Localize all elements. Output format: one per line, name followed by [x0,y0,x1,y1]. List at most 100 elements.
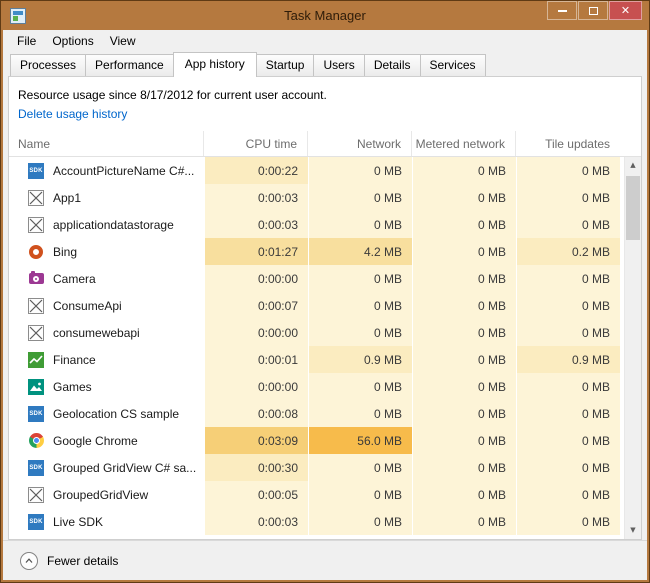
cpu-time-cell: 0:03:09 [204,427,308,454]
app-name-cell: Camera [9,265,204,292]
close-icon: ✕ [620,4,631,17]
fewer-details-label: Fewer details [47,553,119,568]
metered-network-cell: 0 MB [412,184,516,211]
sdk-icon: SDK [28,513,44,530]
tab-app-history[interactable]: App history [172,52,257,77]
network-cell: 0 MB [308,211,412,238]
scroll-down-button[interactable]: ▼ [625,522,641,539]
column-header-cpu-time[interactable]: CPU time [204,131,308,156]
cpu-time-cell: 0:01:27 [204,238,308,265]
metered-network-cell: 0 MB [412,400,516,427]
column-header-metered-network[interactable]: Metered network [412,131,516,156]
maximize-button[interactable] [578,1,608,20]
tile-updates-cell: 0 MB [516,157,620,184]
table-row[interactable]: Camera 0:00:00 0 MB 0 MB 0 MB [9,265,624,292]
bing-icon [28,244,44,260]
metered-network-cell: 0 MB [412,238,516,265]
vertical-scrollbar[interactable]: ▲ ▼ [624,157,641,539]
table-row[interactable]: Finance 0:00:01 0.9 MB 0 MB 0.9 MB [9,346,624,373]
app-name-cell: SDK Live SDK [9,508,204,535]
column-header-name[interactable]: Name [9,131,204,156]
menu-file[interactable]: File [9,32,44,50]
info-section: Resource usage since 8/17/2012 for curre… [9,77,641,131]
app-name-cell: SDK Geolocation CS sample [9,400,204,427]
scrollbar-thumb[interactable] [626,176,640,240]
titlebar: Task Manager ✕ [3,1,647,30]
network-cell: 56.0 MB [308,427,412,454]
metered-network-cell: 0 MB [412,346,516,373]
window-controls: ✕ [546,1,642,20]
menu-options[interactable]: Options [44,32,101,50]
table-row[interactable]: Google Chrome 0:03:09 56.0 MB 0 MB 0 MB [9,427,624,454]
close-button[interactable]: ✕ [609,1,642,20]
tab-performance[interactable]: Performance [85,54,174,76]
app-name-label: Live SDK [53,514,104,529]
metered-network-cell: 0 MB [412,292,516,319]
table-row[interactable]: Bing 0:01:27 4.2 MB 0 MB 0.2 MB [9,238,624,265]
task-manager-app-icon [10,7,26,24]
app-name-cell: applicationdatastorage [9,211,204,238]
app-name-label: consumewebapi [53,325,140,340]
table-row[interactable]: consumewebapi 0:00:00 0 MB 0 MB 0 MB [9,319,624,346]
metered-network-cell: 0 MB [412,211,516,238]
app-name-label: Bing [53,244,78,259]
tab-startup[interactable]: Startup [255,54,315,76]
metered-network-cell: 0 MB [412,508,516,535]
table-row[interactable]: applicationdatastorage 0:00:03 0 MB 0 MB 0 M… [9,211,624,238]
table-row[interactable]: SDK AccountPictureName C#... 0:00:22 0 MB 0 … [9,157,624,184]
tile-updates-cell: 0 MB [516,400,620,427]
network-cell: 0 MB [308,508,412,535]
scroll-up-button[interactable]: ▲ [625,157,641,174]
table-row[interactable]: GroupedGridView 0:00:05 0 MB 0 MB 0 MB [9,481,624,508]
network-cell: 4.2 MB [308,238,412,265]
tile-updates-cell: 0.9 MB [516,346,620,373]
fewer-details-button[interactable]: Fewer details [16,548,126,574]
app-name-label: Games [53,379,92,394]
app-name-label: ConsumeApi [53,298,122,313]
cpu-time-cell: 0:00:30 [204,454,308,481]
chrome-icon [28,433,44,449]
cpu-time-cell: 0:00:08 [204,400,308,427]
network-cell: 0 MB [308,373,412,400]
table-row[interactable]: App1 0:00:03 0 MB 0 MB 0 MB [9,184,624,211]
table-row[interactable]: Games 0:00:00 0 MB 0 MB 0 MB [9,373,624,400]
column-header-tile-updates[interactable]: Tile updates [516,131,620,156]
app-name-label: AccountPictureName C#... [53,163,195,178]
menu-view[interactable]: View [102,32,144,50]
footer-bar: Fewer details [3,540,647,580]
tile-updates-cell: 0 MB [516,184,620,211]
app-name-cell: SDK AccountPictureName C#... [9,157,204,184]
delete-usage-history-link[interactable]: Delete usage history [18,107,127,121]
app-name-cell: App1 [9,184,204,211]
cpu-time-cell: 0:00:03 [204,508,308,535]
tile-updates-cell: 0 MB [516,373,620,400]
cpu-time-cell: 0:00:00 [204,373,308,400]
tile-updates-cell: 0 MB [516,481,620,508]
app-name-cell: consumewebapi [9,319,204,346]
tab-users[interactable]: Users [313,54,365,76]
tile-updates-cell: 0 MB [516,211,620,238]
network-cell: 0 MB [308,481,412,508]
tab-processes[interactable]: Processes [10,54,87,76]
cpu-time-cell: 0:00:22 [204,157,308,184]
tab-services[interactable]: Services [419,54,486,76]
tile-updates-cell: 0 MB [516,508,620,535]
table-row[interactable]: SDK Geolocation CS sample 0:00:08 0 MB 0 MB 0… [9,400,624,427]
network-cell: 0 MB [308,184,412,211]
app-name-cell: Bing [9,238,204,265]
maximize-icon [588,6,598,15]
cpu-time-cell: 0:00:07 [204,292,308,319]
table-row[interactable]: ConsumeApi 0:00:07 0 MB 0 MB 0 MB [9,292,624,319]
minimize-button[interactable] [547,1,577,20]
window-body: File Options View Processes Performance App … [3,30,647,580]
scrollbar-track[interactable] [625,174,641,522]
placeholder-app-icon [28,216,44,233]
metered-network-cell: 0 MB [412,157,516,184]
cpu-time-cell: 0:00:03 [204,184,308,211]
column-header-network[interactable]: Network [308,131,412,156]
tab-details[interactable]: Details [363,54,421,76]
tile-updates-cell: 0.2 MB [516,238,620,265]
table-row[interactable]: SDK Live SDK 0:00:03 0 MB 0 MB 0 MB [9,508,624,535]
table-row[interactable]: SDK Grouped GridView C# sa... 0:00:30 0 MB 0… [9,454,624,481]
app-name-label: Camera [53,271,96,286]
